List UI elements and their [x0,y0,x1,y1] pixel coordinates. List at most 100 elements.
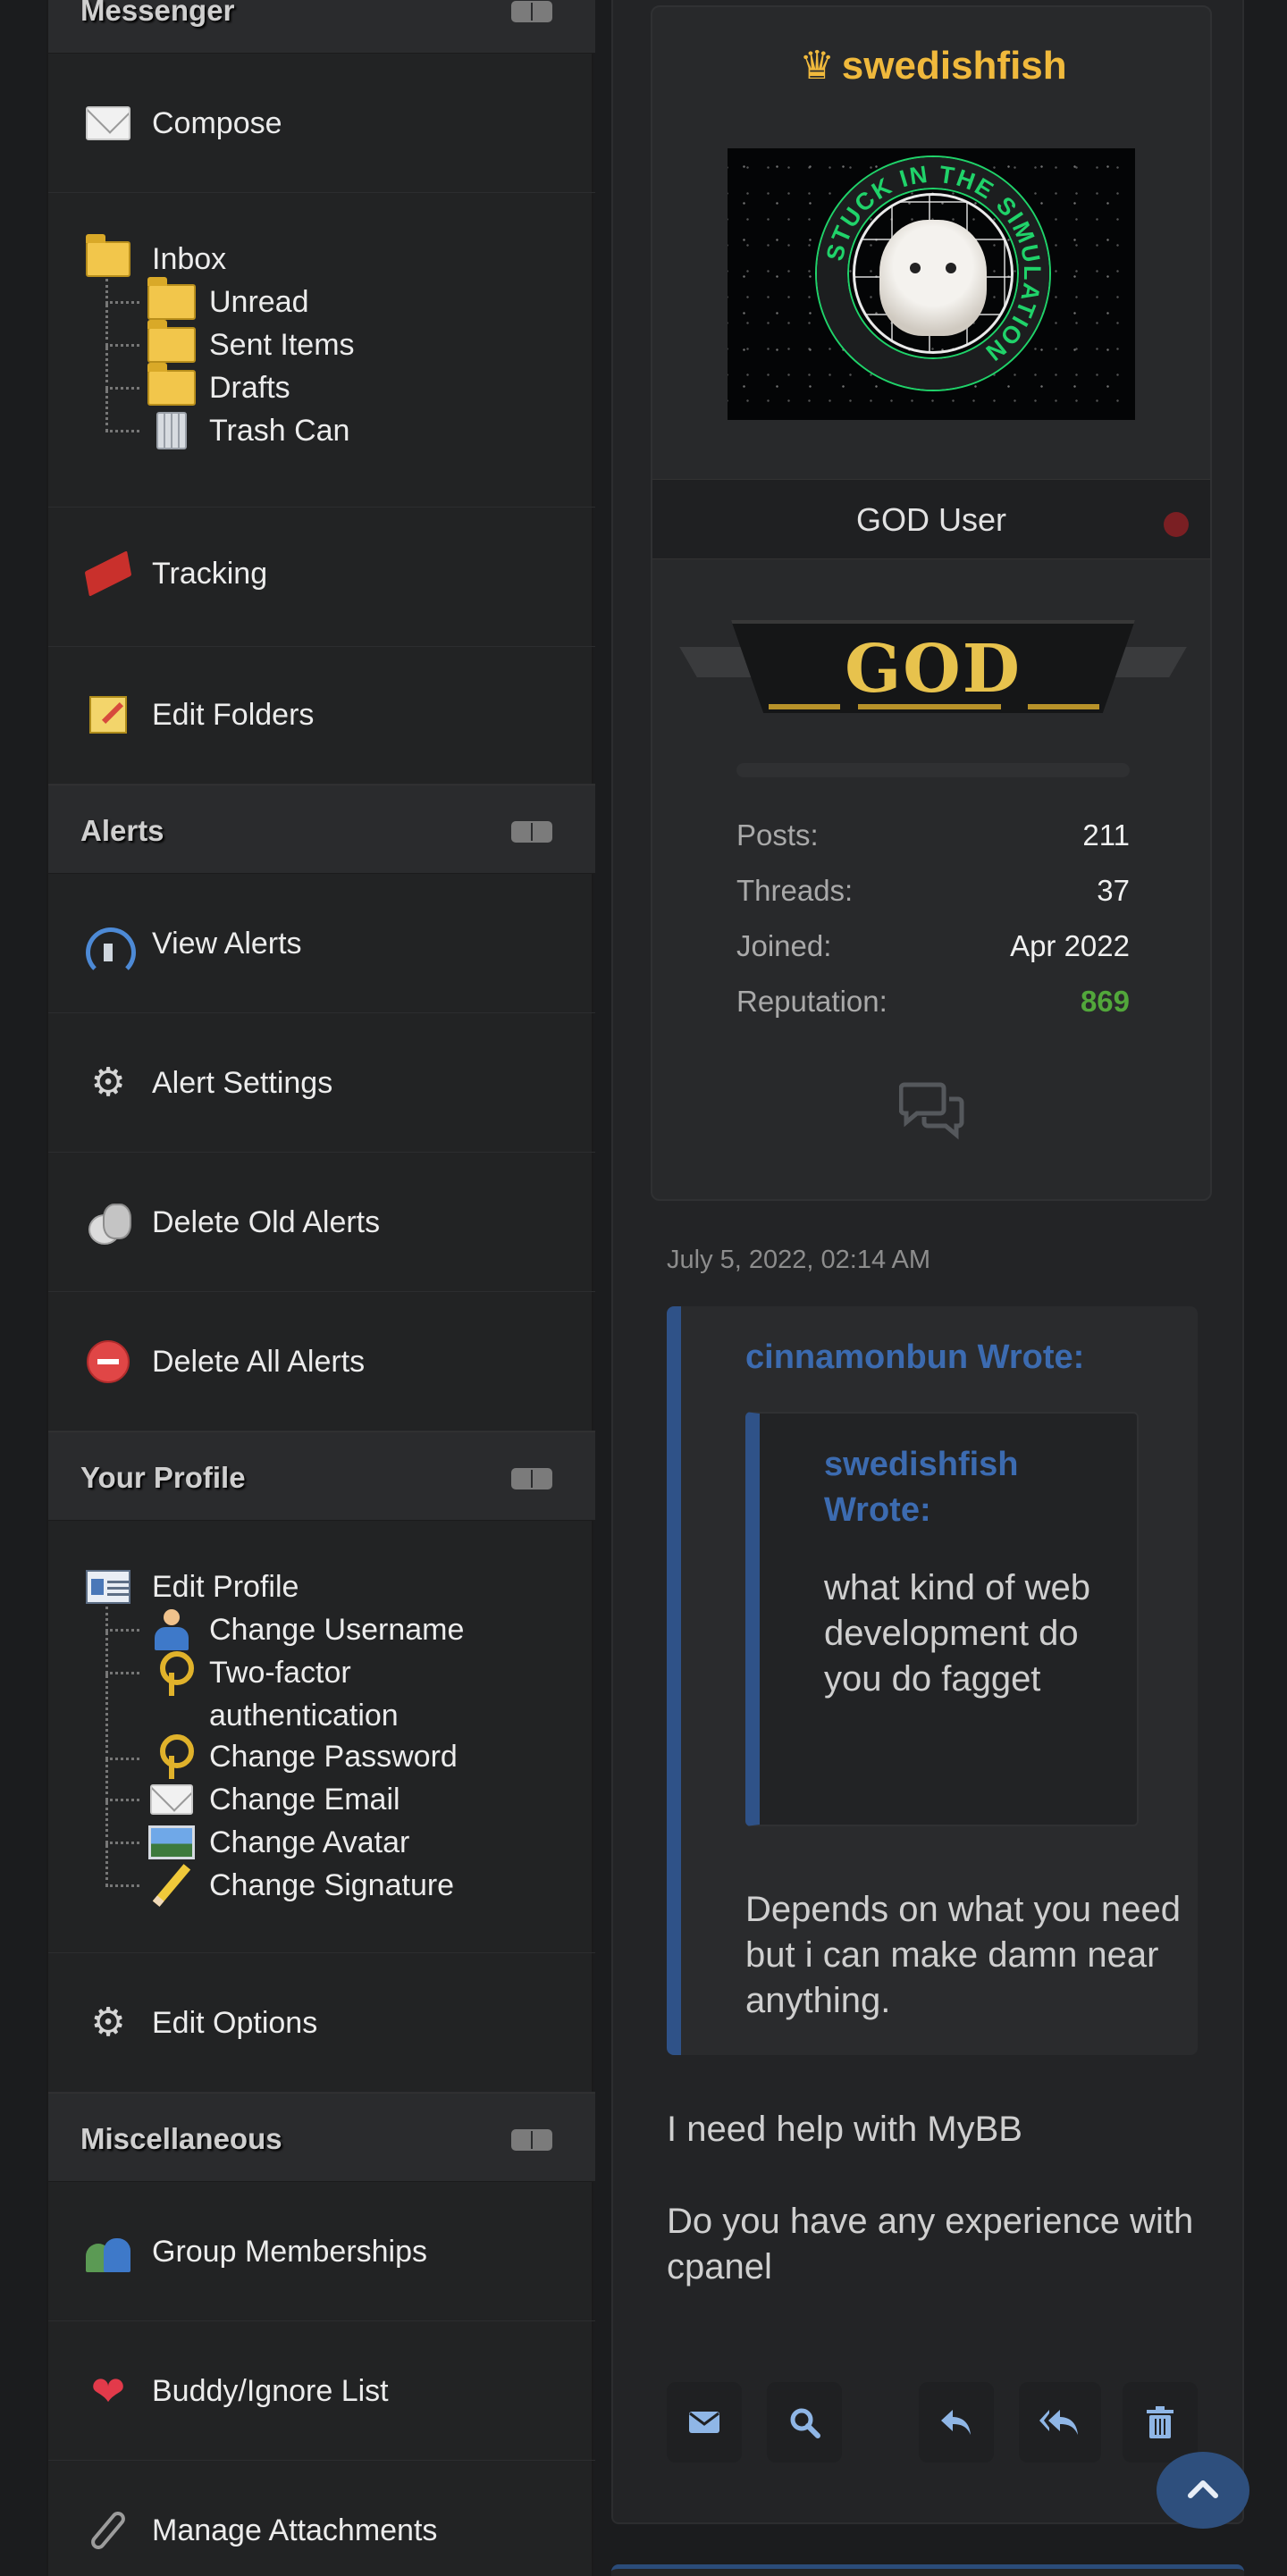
section-title: Alerts [80,814,164,847]
menu-label: Change Username [209,1612,465,1647]
trash-icon [147,410,197,451]
menu-item-change-signature[interactable]: Change Signature [48,1864,454,1907]
menu-label: Change Password [209,1739,458,1774]
menu-item-edit-options[interactable]: ⚙ Edit Options [48,1953,595,2093]
menu-label: Buddy/Ignore List [152,2373,389,2408]
section-header-messenger[interactable]: Messenger [48,0,595,54]
stat-label: Threads: [736,874,854,907]
id-card-icon [86,1566,130,1607]
menu-label: Tracking [152,556,268,591]
menu-label: Change Avatar [209,1825,410,1859]
stat-label: Reputation: [736,985,887,1018]
menu-item-edit-profile[interactable]: Edit Profile [48,1565,299,1608]
nested-quote-author[interactable]: swedishfish Wrote: [824,1442,1092,1534]
folder-trash-can[interactable]: Trash Can [48,409,349,452]
post-paragraph: Do you have any experience with cpanel [667,2202,1194,2287]
section-title: Your Profile [80,1461,246,1494]
trash-icon [1147,2406,1173,2438]
folder-drafts[interactable]: Drafts [48,363,290,409]
menu-item-change-email[interactable]: Change Email [48,1778,400,1821]
author-avatar[interactable]: STUCK IN THE SIMULATION [728,148,1135,420]
section-header-alerts[interactable]: Alerts [48,785,595,874]
stat-reputation[interactable]: Reputation: 869 [736,974,1130,1029]
heart-icon: ❤ [90,2368,126,2414]
author-username[interactable]: ♛ swedishfish [652,43,1214,88]
envelope-icon [147,1779,197,1820]
menu-item-manage-attachments[interactable]: Manage Attachments [48,2461,595,2576]
quote-text: Depends on what you need but i can make … [745,1890,1182,2021]
note-icon [86,694,130,735]
nested-blockquote: swedishfish Wrote: what kind of web deve… [745,1412,1139,1826]
picture-icon [147,1822,197,1863]
email-button[interactable] [667,2382,742,2463]
usergroup-bar: GOD User [652,479,1210,559]
menu-item-tracking[interactable]: Tracking [48,508,595,647]
menu-label: Delete Old Alerts [152,1204,381,1239]
section-header-miscellaneous[interactable]: Miscellaneous [48,2093,595,2182]
menu-item-buddy-list[interactable]: ❤ Buddy/Ignore List [48,2321,595,2461]
post-paragraph: I need help with MyBB [667,2110,1022,2149]
delete-button[interactable] [1123,2382,1198,2463]
profile-tree: Edit Profile Change Username Two-factor … [48,1521,595,1953]
collapse-toggle-icon[interactable] [511,2129,552,2151]
gear-icon: ⚙ [90,2001,126,2044]
collapse-toggle-icon[interactable] [511,1,552,22]
folder-label: Inbox [152,241,227,276]
reputation-value[interactable]: 869 [1081,985,1130,1019]
menu-item-edit-folders[interactable]: Edit Folders [48,647,595,785]
reply-button[interactable] [919,2382,994,2463]
quote-author[interactable]: cinnamonbun Wrote: [745,1338,1084,1377]
stat-value: 37 [1097,874,1130,907]
folder-icon [86,234,130,280]
post: ♛ swedishfish STUCK IN THE SIMULATION GOD… [611,0,1244,2524]
radar-icon [86,923,136,978]
nested-quote-text: what kind of web development do you do f… [824,1568,1090,1699]
blockquote: cinnamonbun Wrote: swedishfish Wrote: wh… [667,1306,1198,2055]
section-header-your-profile[interactable]: Your Profile [48,1431,595,1521]
next-post [611,2564,1244,2576]
usergroup-title: GOD User [855,501,1006,538]
menu-label: Group Memberships [152,2234,428,2269]
menu-item-group-memberships[interactable]: Group Memberships [48,2182,595,2321]
collapse-toggle-icon[interactable] [511,1468,552,1489]
banner-text: GOD [845,631,1022,708]
find-posts-button[interactable] [767,2382,842,2463]
section-title: Miscellaneous [80,2122,282,2155]
menu-label: Compose [152,105,282,140]
search-icon [790,2408,820,2438]
menu-item-delete-old-alerts[interactable]: Delete Old Alerts [48,1153,595,1292]
menu-label: Change Email [209,1782,400,1817]
menu-label: Manage Attachments [152,2513,438,2547]
menu-label: Edit Options [152,2005,318,2040]
stat-value: 211 [1082,818,1130,852]
folder-icon [147,277,197,323]
scroll-to-top-button[interactable] [1157,2452,1249,2529]
reply-all-button[interactable] [1019,2382,1101,2463]
folder-label: Drafts [209,370,290,405]
folder-label: Trash Can [209,413,350,448]
folder-label: Unread [209,284,309,319]
folder-inbox[interactable]: Inbox [48,234,227,281]
crown-icon: ♛ [799,44,835,88]
menu-item-view-alerts[interactable]: View Alerts [48,874,595,1013]
menu-item-alert-settings[interactable]: ⚙ Alert Settings [48,1013,595,1153]
user-icon [147,1609,197,1650]
menu-item-change-avatar[interactable]: Change Avatar [48,1821,409,1864]
menu-label: Delete All Alerts [152,1344,366,1379]
flag-icon [84,550,132,597]
folder-icon [147,363,197,408]
menu-item-delete-all-alerts[interactable]: Delete All Alerts [48,1292,595,1431]
email-icon [689,2412,719,2433]
reputation-bar [736,763,1130,777]
menu-item-compose[interactable]: Compose [48,54,595,193]
menu-label: Alert Settings [152,1065,333,1100]
sidebar: Messenger Compose Inbox Unread Sent Item… [46,0,595,2576]
collapse-toggle-icon[interactable] [511,821,552,843]
chat-bubbles-icon[interactable] [899,1079,967,1142]
envelope-icon [86,103,130,144]
folder-unread[interactable]: Unread [48,277,309,323]
stat-joined: Joined: Apr 2022 [736,919,1130,974]
stat-label: Joined: [736,929,832,962]
stat-label: Posts: [736,818,819,852]
folder-sent-items[interactable]: Sent Items [48,320,355,366]
